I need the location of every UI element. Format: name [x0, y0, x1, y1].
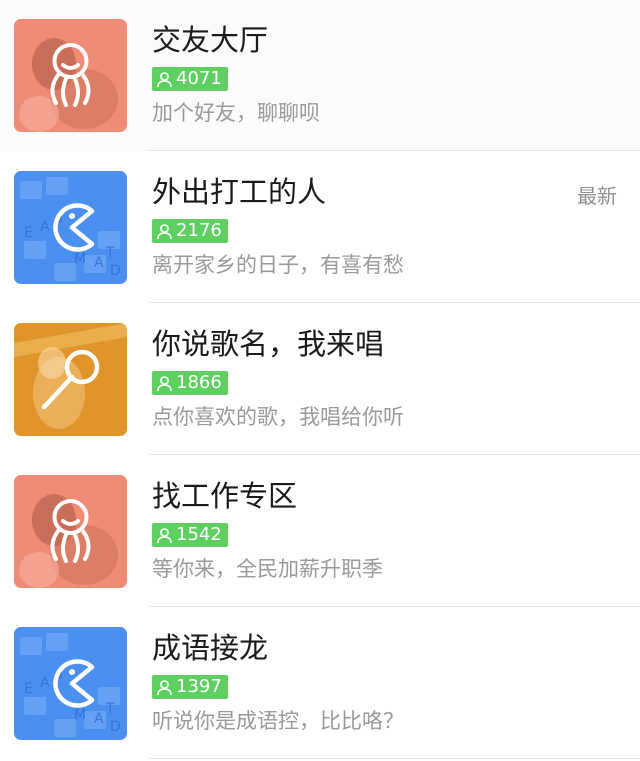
- room-description: 等你来，全民加薪升职季: [152, 557, 383, 581]
- room-title: 你说歌名，我来唱: [152, 327, 385, 361]
- room-item[interactable]: 找工作专区 1542 等你来，全民加薪升职季: [0, 456, 640, 607]
- divider: [148, 606, 640, 607]
- member-count-badge: 4071: [152, 67, 228, 91]
- member-count: 1866: [176, 372, 222, 393]
- room-thumbnail: EAP MATD: [14, 171, 127, 284]
- member-count-badge: 2176: [152, 219, 228, 243]
- divider: [148, 758, 640, 759]
- room-item[interactable]: EAP MATD 成语接龙 1397 听说你是成语控，比比咯？: [0, 608, 640, 759]
- member-count: 2176: [176, 220, 222, 241]
- member-count: 1542: [176, 524, 222, 545]
- person-icon: [157, 679, 172, 695]
- member-count: 1397: [176, 676, 222, 697]
- room-title: 成语接龙: [152, 631, 269, 665]
- person-icon: [157, 71, 172, 87]
- room-item[interactable]: 你说歌名，我来唱 1866 点你喜欢的歌，我唱给你听: [0, 304, 640, 455]
- room-description: 点你喜欢的歌，我唱给你听: [152, 405, 404, 429]
- person-icon: [157, 375, 172, 391]
- member-count-badge: 1397: [152, 675, 228, 699]
- new-tag: 最新: [577, 184, 617, 208]
- person-icon: [157, 527, 172, 543]
- member-count-badge: 1866: [152, 371, 228, 395]
- chat-room-list: 交友大厅 4071 加个好友，聊聊呗 E A P M A T D 外出打工的人 …: [0, 0, 640, 761]
- room-thumbnail: EAP MATD: [14, 627, 127, 740]
- room-thumbnail: [14, 19, 127, 132]
- member-count-badge: 1542: [152, 523, 228, 547]
- divider: [148, 150, 640, 151]
- member-count: 4071: [176, 68, 222, 89]
- room-thumbnail: [14, 323, 127, 436]
- room-title: 找工作专区: [152, 479, 298, 513]
- room-item[interactable]: 交友大厅 4071 加个好友，聊聊呗: [0, 0, 640, 151]
- pacman-icon: [53, 659, 95, 708]
- friends-icon: [50, 499, 91, 563]
- pacman-icon: [53, 203, 95, 252]
- room-description: 离开家乡的日子，有喜有愁: [152, 253, 404, 277]
- divider: [148, 454, 640, 455]
- room-description: 听说你是成语控，比比咯？: [152, 709, 404, 733]
- person-icon: [157, 223, 172, 239]
- room-description: 加个好友，聊聊呗: [152, 101, 320, 125]
- friends-icon: [50, 43, 91, 107]
- room-item[interactable]: EAP MATD 外出打工的人 最新 2176 离开家乡的日子，有喜有愁: [0, 152, 640, 303]
- room-title: 外出打工的人: [152, 175, 327, 209]
- room-title: 交友大厅: [152, 23, 269, 57]
- divider: [148, 302, 640, 303]
- microphone-icon: [41, 349, 100, 410]
- room-thumbnail: [14, 475, 127, 588]
